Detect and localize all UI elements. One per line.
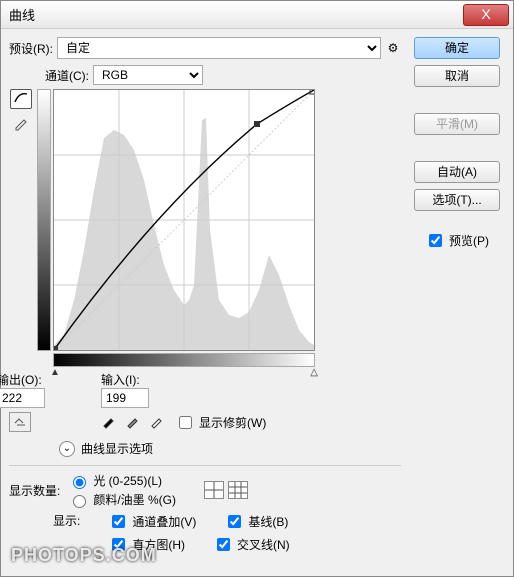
dialog-title: 曲线	[5, 5, 463, 24]
auto-button[interactable]: 自动(A)	[414, 161, 500, 183]
chk-histogram[interactable]: 直方图(H)	[108, 535, 185, 554]
grid-fine-button[interactable]	[228, 481, 248, 499]
channel-select[interactable]: RGB	[93, 65, 203, 85]
title-bar: 曲线 X	[1, 1, 513, 29]
input-gradient[interactable]: ▲ △	[53, 353, 315, 367]
curves-graph[interactable]	[53, 89, 315, 351]
show-label: 显示:	[53, 512, 80, 531]
display-options-title: 曲线显示选项	[81, 440, 153, 457]
eyedropper-white-icon	[149, 413, 165, 429]
black-point-slider[interactable]: ▲	[50, 367, 60, 378]
radio-light[interactable]: 光 (0-255)(L)	[68, 472, 176, 489]
channel-label: 通道(C):	[45, 67, 89, 84]
gray-eyedropper[interactable]	[125, 413, 141, 432]
cancel-button[interactable]: 取消	[414, 65, 500, 87]
chk-channel-overlay[interactable]: 通道叠加(V)	[108, 512, 196, 531]
eyedropper-gray-icon	[125, 413, 141, 429]
radio-pigment[interactable]: 颜料/油墨 %(G)	[68, 491, 176, 508]
grid-coarse-icon	[205, 482, 223, 498]
preset-label: 预设(R):	[9, 40, 53, 57]
black-eyedropper[interactable]	[101, 413, 117, 432]
preview-checkbox[interactable]: 预览(P)	[425, 231, 489, 250]
white-point-slider[interactable]: △	[310, 367, 318, 378]
ok-button[interactable]: 确定	[414, 37, 500, 59]
grid-coarse-button[interactable]	[204, 481, 224, 499]
collapse-button[interactable]: ⌄	[59, 441, 75, 457]
input-label: 输入(I):	[101, 373, 140, 387]
output-gradient	[37, 89, 51, 351]
target-adjust-button[interactable]	[9, 412, 31, 432]
gear-icon[interactable]: ⚙	[385, 41, 401, 55]
grid-fine-icon	[229, 482, 247, 498]
pencil-icon	[13, 115, 29, 131]
options-button[interactable]: 选项(T)...	[414, 189, 500, 211]
hand-icon	[11, 413, 29, 429]
show-amount-label: 显示数量:	[9, 482, 60, 499]
chk-intersection[interactable]: 交叉线(N)	[213, 535, 290, 554]
show-clipping-checkbox[interactable]: 显示修剪(W)	[175, 413, 266, 432]
input-field[interactable]	[101, 388, 149, 408]
curve-tool-button[interactable]	[10, 89, 32, 109]
tone-curve	[54, 90, 314, 350]
smooth-button[interactable]: 平滑(M)	[414, 113, 500, 135]
pencil-tool-button[interactable]	[13, 115, 29, 134]
eyedropper-black-icon	[101, 413, 117, 429]
curves-dialog: 曲线 X 预设(R): 自定 ⚙ 通道(C): RGB	[0, 0, 514, 577]
close-button[interactable]: X	[463, 4, 509, 26]
curve-icon	[13, 90, 29, 104]
white-eyedropper[interactable]	[149, 413, 165, 432]
preset-select[interactable]: 自定	[57, 37, 381, 59]
chk-baseline[interactable]: 基线(B)	[224, 512, 288, 531]
